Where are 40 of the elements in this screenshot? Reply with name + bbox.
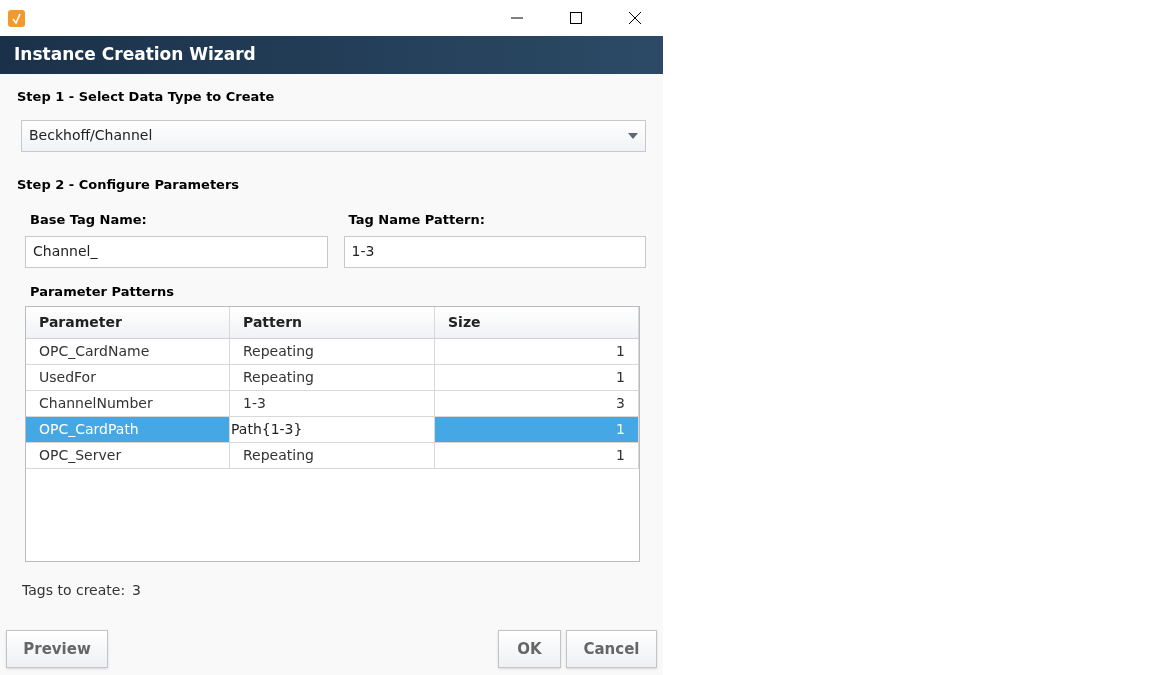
- cell-editor-field[interactable]: Path{1-3}: [230, 417, 435, 442]
- table-row[interactable]: OPC_CardPath Path{1-3} 1: [26, 417, 639, 443]
- ok-button[interactable]: OK: [498, 630, 561, 668]
- tags-count-label: Tags to create:: [22, 581, 126, 600]
- table-row[interactable]: ChannelNumber 1-3 3: [26, 391, 639, 417]
- table-cell: ChannelNumber: [26, 391, 230, 416]
- field-label: Base Tag Name:: [30, 211, 148, 229]
- tags-count-value: 3: [132, 581, 142, 600]
- table-cell: 1: [435, 339, 639, 364]
- cancel-button[interactable]: Cancel: [566, 630, 657, 668]
- dropdown-caret-icon: [628, 132, 638, 139]
- table-cell: OPC_CardName: [26, 339, 230, 364]
- table-cell: 3: [435, 391, 639, 416]
- field-label: Tag Name Pattern:: [348, 211, 486, 229]
- table-cell: OPC_Server: [26, 443, 230, 468]
- step-label: Step 2 - Configure Parameters: [17, 175, 241, 194]
- table-row[interactable]: OPC_Server Repeating 1: [26, 443, 639, 469]
- step-label: Step 1 - Select Data Type to Create: [17, 88, 276, 106]
- maximize-icon[interactable]: [570, 12, 582, 24]
- preview-button[interactable]: Preview: [6, 630, 108, 668]
- data-type-dropdown[interactable]: Beckhoff/Channel: [21, 119, 646, 152]
- table-row[interactable]: UsedFor Repeating 1: [26, 365, 639, 391]
- wizard-title: Instance Creation Wizard: [14, 43, 256, 67]
- table-row[interactable]: OPC_CardName Repeating 1: [26, 339, 639, 365]
- table-cell: Repeating: [230, 443, 435, 468]
- table-cell: 1-3: [230, 391, 435, 416]
- text-field[interactable]: 1-3: [343, 235, 646, 268]
- column-header[interactable]: Size: [435, 307, 639, 338]
- table-cell: Repeating: [230, 365, 435, 390]
- table-cell: 1: [435, 365, 639, 390]
- close-icon[interactable]: [629, 12, 641, 24]
- table-cell: 1: [435, 417, 639, 442]
- table-cell: 1: [435, 443, 639, 468]
- table-cell: UsedFor: [26, 365, 230, 390]
- table-cell: Repeating: [230, 339, 435, 364]
- column-header[interactable]: Pattern: [230, 307, 435, 338]
- table-title: Parameter Patterns: [30, 282, 176, 301]
- column-header[interactable]: Parameter: [26, 307, 230, 338]
- text-field[interactable]: Channel_: [25, 235, 328, 268]
- app-logo-icon: [8, 9, 25, 27]
